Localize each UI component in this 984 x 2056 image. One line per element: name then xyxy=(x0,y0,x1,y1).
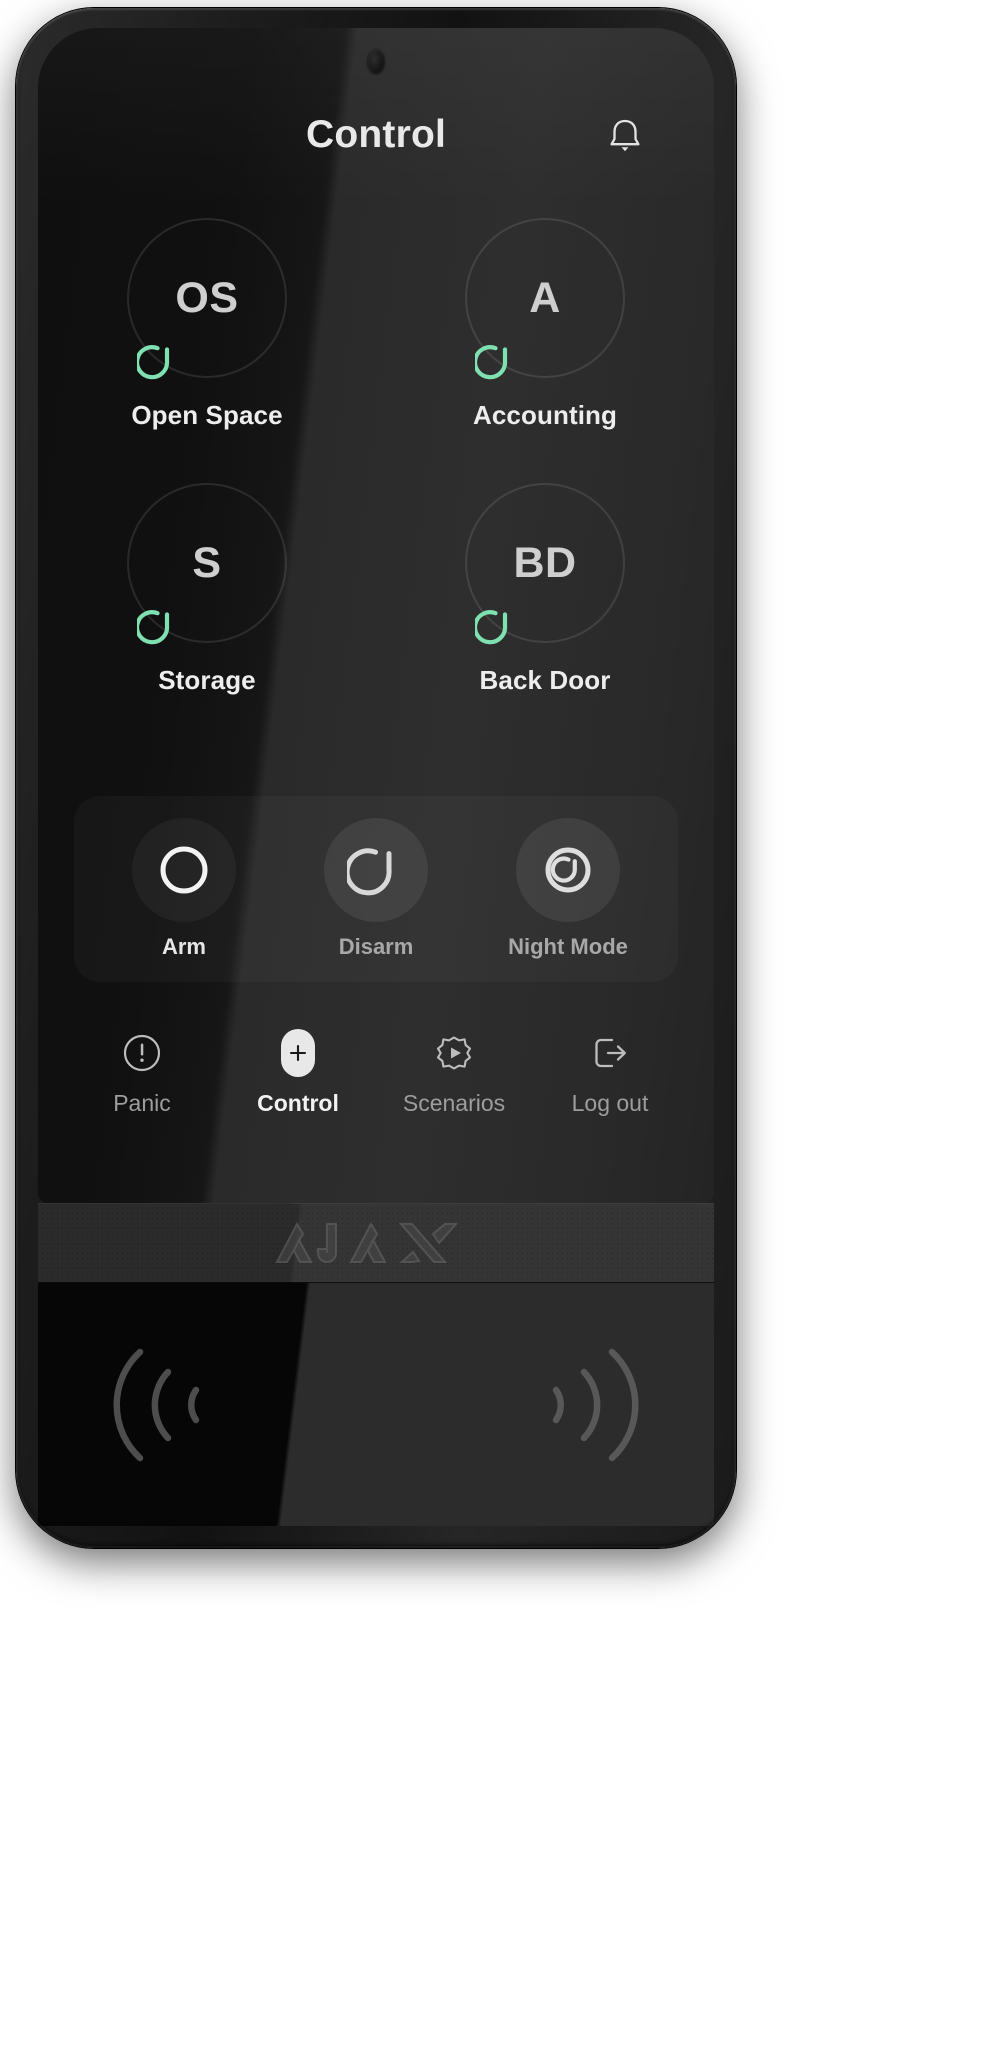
disarm-button-circle[interactable] xyxy=(324,818,428,922)
group-dial[interactable]: A xyxy=(465,218,625,380)
group-item[interactable]: S Storage xyxy=(38,483,376,696)
night-mode-button[interactable]: Night Mode xyxy=(488,818,648,960)
nav-icon-control xyxy=(281,1027,315,1079)
disarmed-arc-icon xyxy=(135,338,181,384)
rfid-reader-area[interactable] xyxy=(38,1283,714,1526)
night-mode-button-label: Night Mode xyxy=(508,934,628,959)
nav-label-scenarios: Scenarios xyxy=(402,1090,506,1116)
arm-button-circle[interactable] xyxy=(132,818,236,922)
ajax-logo xyxy=(273,1220,479,1266)
disarm-button-label: Disarm xyxy=(338,934,414,959)
nav-item-panic[interactable]: Panic xyxy=(72,1027,212,1117)
group-dial[interactable]: S xyxy=(127,483,287,645)
disarmed-arc-icon xyxy=(473,603,519,649)
group-item[interactable]: BD Back Door xyxy=(376,483,714,696)
proximity-sensor-icon xyxy=(367,50,385,74)
nav-label-panic: Panic xyxy=(113,1090,171,1116)
device-screen: Control OS Open Space A Accounting S Sto… xyxy=(38,28,714,1203)
notifications-button[interactable] xyxy=(602,112,648,158)
nav-label-control: Control xyxy=(257,1090,339,1116)
group-dial[interactable]: BD xyxy=(465,483,625,645)
night-mode-icon xyxy=(539,841,597,899)
night-mode-button-circle[interactable] xyxy=(516,818,620,922)
nav-item-control[interactable]: Control xyxy=(228,1027,368,1117)
group-dial[interactable]: OS xyxy=(127,218,287,380)
group-label: Open Space xyxy=(131,400,283,430)
rfid-wave-icon xyxy=(524,1338,642,1472)
disarm-arc-icon xyxy=(347,841,405,899)
bottom-navigation-bar: Panic Control Scenarios Log out xyxy=(38,1027,714,1117)
groups-grid: OS Open Space A Accounting S Storage BD … xyxy=(38,218,714,696)
gear-play-icon xyxy=(431,1027,477,1079)
group-item[interactable]: A Accounting xyxy=(376,218,714,431)
arm-button-label: Arm xyxy=(161,934,206,959)
mode-panel: Arm Disarm Night Mode xyxy=(74,796,678,982)
plus-pill-icon xyxy=(281,1029,315,1077)
group-label: Accounting xyxy=(473,400,617,430)
bell-icon xyxy=(608,116,642,154)
nav-label-logout: Log out xyxy=(571,1090,649,1116)
nav-item-logout[interactable]: Log out xyxy=(540,1027,680,1117)
screen-header: Control xyxy=(38,106,714,164)
panic-exclamation-icon xyxy=(120,1027,164,1079)
group-label: Storage xyxy=(158,665,256,695)
disarmed-arc-icon xyxy=(135,603,181,649)
page-title: Control xyxy=(305,113,447,156)
rfid-wave-icon xyxy=(110,1338,228,1472)
logout-arrow-icon xyxy=(587,1027,633,1079)
disarm-button[interactable]: Disarm xyxy=(296,818,456,960)
arm-ring-icon xyxy=(155,841,213,899)
group-label: Back Door xyxy=(479,665,611,695)
arm-button[interactable]: Arm xyxy=(104,818,264,960)
nav-item-scenarios[interactable]: Scenarios xyxy=(384,1027,524,1117)
group-item[interactable]: OS Open Space xyxy=(38,218,376,431)
brand-logo-band xyxy=(38,1203,714,1283)
disarmed-arc-icon xyxy=(473,338,519,384)
ajax-keypad-device: Control OS Open Space A Accounting S Sto… xyxy=(16,8,736,1548)
